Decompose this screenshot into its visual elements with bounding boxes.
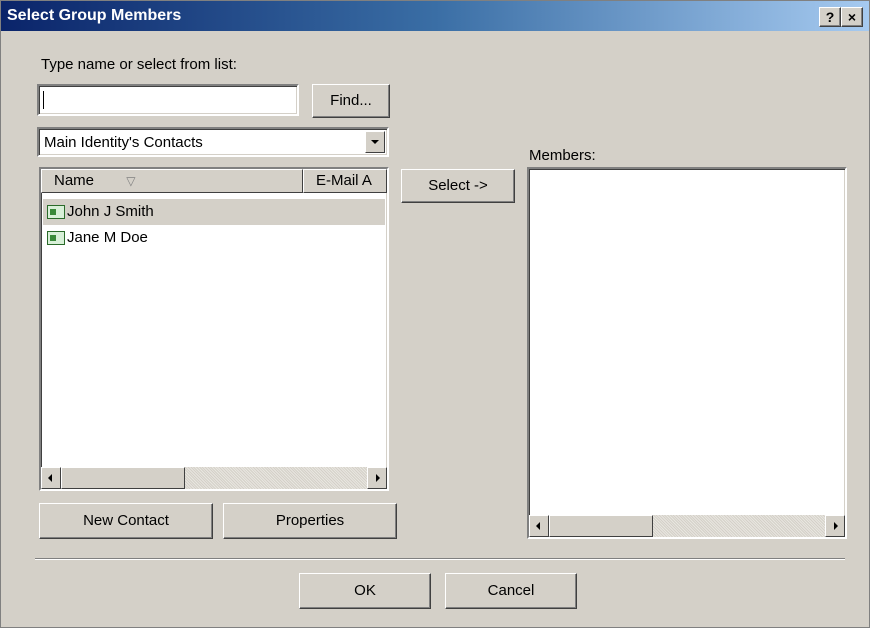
chevron-down-icon — [371, 140, 379, 144]
select-button-label: Select -> — [428, 177, 488, 194]
text-caret — [43, 91, 44, 109]
members-list[interactable] — [527, 167, 847, 539]
dropdown-arrow-button[interactable] — [365, 131, 385, 153]
select-button[interactable]: Select -> — [401, 169, 515, 203]
find-button[interactable]: Find... — [312, 84, 390, 118]
select-group-members-dialog: Select Group Members ? × Type name or se… — [0, 0, 870, 628]
address-book-selected: Main Identity's Contacts — [44, 134, 203, 151]
list-item[interactable]: John J Smith — [43, 199, 385, 225]
contacts-list[interactable]: Name ▽ E-Mail A John J Smith Jane M Doe — [39, 167, 389, 491]
sort-indicator-icon: ▽ — [126, 174, 136, 188]
members-label: Members: — [529, 147, 596, 164]
ok-button-label: OK — [354, 582, 376, 599]
find-button-label: Find... — [330, 92, 372, 109]
dialog-title: Select Group Members — [7, 7, 182, 24]
scroll-thumb[interactable] — [61, 467, 185, 489]
scroll-left-button[interactable] — [529, 515, 549, 537]
contacts-horizontal-scrollbar[interactable] — [41, 467, 387, 489]
arrow-right-icon — [376, 474, 380, 482]
scroll-right-button[interactable] — [825, 515, 845, 537]
arrow-left-icon — [536, 522, 540, 530]
members-horizontal-scrollbar[interactable] — [529, 515, 845, 537]
title-bar[interactable]: Select Group Members ? × — [1, 1, 869, 31]
search-input[interactable] — [37, 84, 299, 116]
help-button[interactable]: ? — [819, 7, 841, 27]
ok-button[interactable]: OK — [299, 573, 431, 609]
new-contact-button-label: New Contact — [83, 512, 169, 529]
close-button[interactable]: × — [841, 7, 863, 27]
new-contact-button[interactable]: New Contact — [39, 503, 213, 539]
cancel-button[interactable]: Cancel — [445, 573, 577, 609]
contact-card-icon — [47, 231, 65, 245]
scroll-right-button[interactable] — [367, 467, 387, 489]
column-header-name-label: Name — [54, 172, 95, 189]
contact-card-icon — [47, 205, 65, 219]
properties-button-label: Properties — [275, 512, 345, 529]
arrow-right-icon — [834, 522, 838, 530]
cancel-button-label: Cancel — [487, 582, 535, 599]
search-label: Type name or select from list: — [41, 56, 237, 73]
divider — [35, 558, 845, 560]
arrow-left-icon — [48, 474, 52, 482]
scroll-left-button[interactable] — [41, 467, 61, 489]
scroll-thumb[interactable] — [549, 515, 653, 537]
contact-name: Jane M Doe — [67, 229, 148, 246]
contact-name: John J Smith — [67, 203, 154, 220]
address-book-dropdown[interactable]: Main Identity's Contacts — [37, 127, 389, 157]
column-header-name[interactable]: Name ▽ — [41, 169, 303, 193]
list-item[interactable]: Jane M Doe — [43, 225, 385, 251]
column-header-email[interactable]: E-Mail A — [303, 169, 387, 193]
column-header-email-label: E-Mail A — [316, 172, 372, 189]
properties-button[interactable]: Properties — [223, 503, 397, 539]
